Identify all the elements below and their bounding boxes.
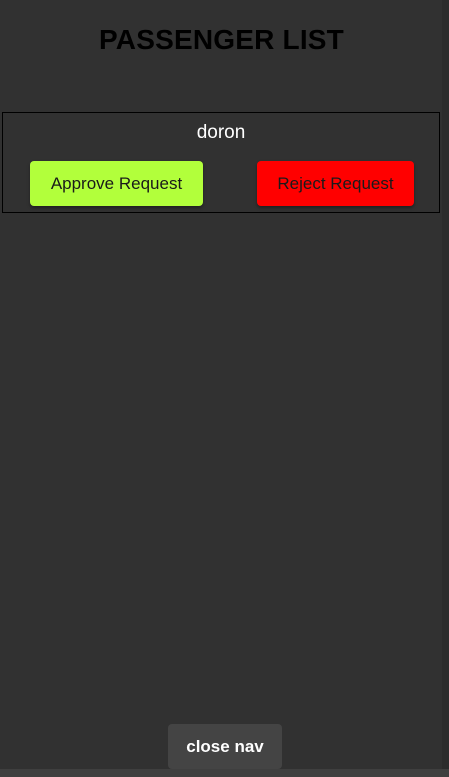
close-nav-button[interactable]: close nav <box>168 724 282 769</box>
bottom-bar <box>0 769 449 777</box>
reject-request-button[interactable]: Reject Request <box>257 161 414 206</box>
approve-request-button[interactable]: Approve Request <box>30 161 203 206</box>
scrollbar-track[interactable] <box>442 0 449 769</box>
page-title: PASSENGER LIST <box>99 24 344 55</box>
passenger-card: doron Approve Request Reject Request <box>2 112 440 213</box>
passenger-name: doron <box>196 122 246 143</box>
